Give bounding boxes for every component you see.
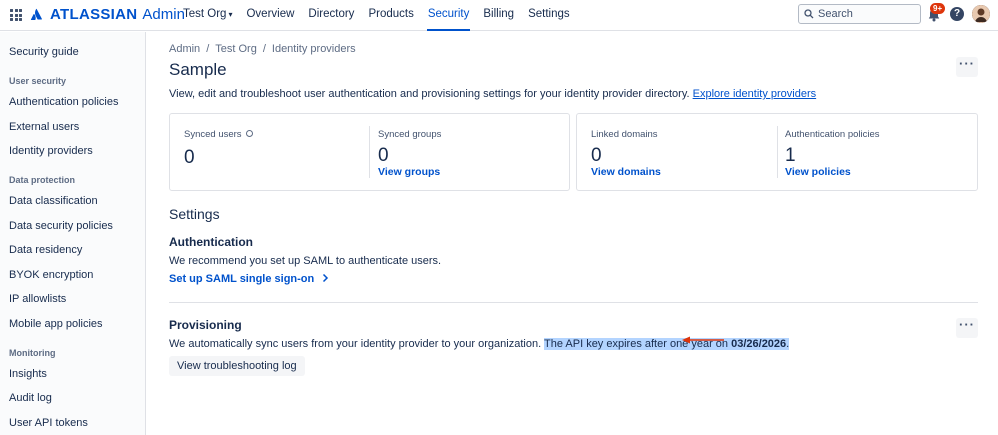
org-switcher-label: Test Org: [183, 8, 227, 20]
sidebar-item-identity-providers[interactable]: Identity providers: [9, 145, 93, 157]
search-icon: [804, 9, 814, 19]
sidebar-item-ip-allowlists[interactable]: IP allowlists: [9, 293, 66, 305]
stat-authentication-policies: Authentication policies 1 View policies: [785, 114, 965, 190]
stat-synced-groups: Synced groups 0 View groups: [378, 114, 558, 190]
domains-policies-card: Linked domains 0 View domains Authentica…: [576, 113, 978, 191]
top-navigation-bar: ATLASSIAN Admin Test Org ▾ Overview Direc…: [0, 0, 998, 31]
provisioning-more-actions-button[interactable]: ···: [956, 318, 978, 338]
sidebar-item-data-security-policies[interactable]: Data security policies: [9, 220, 113, 232]
nav-billing[interactable]: Billing: [476, 0, 521, 31]
more-icon: ···: [959, 56, 975, 71]
avatar[interactable]: [972, 5, 990, 23]
directory-stats-card: Synced users 0 Synced groups 0 View grou…: [169, 113, 570, 191]
explore-identity-providers-link[interactable]: Explore identity providers: [693, 88, 817, 100]
view-policies-link[interactable]: View policies: [785, 166, 851, 178]
search-box[interactable]: [798, 4, 921, 24]
stat-value: 0: [378, 145, 389, 166]
view-troubleshooting-log-button[interactable]: View troubleshooting log: [169, 356, 305, 376]
page-description: View, edit and troubleshoot user authent…: [169, 88, 816, 100]
setup-saml-label: Set up SAML single sign-on: [169, 273, 315, 285]
chevron-down-icon: ▾: [228, 10, 233, 19]
annotation-arrow-icon: [682, 336, 724, 344]
synced-users-label: Synced users: [184, 129, 242, 140]
info-icon[interactable]: [245, 130, 253, 137]
stat-label: Linked domains: [591, 129, 658, 140]
divider: [777, 126, 778, 178]
stat-value: 0: [184, 147, 195, 168]
user-avatar-icon: [972, 5, 990, 23]
settings-heading: Settings: [169, 206, 220, 222]
breadcrumb-identity-providers[interactable]: Identity providers: [272, 43, 356, 55]
brand-name: ATLASSIAN: [50, 6, 138, 23]
stat-synced-users: Synced users 0: [184, 114, 364, 190]
api-key-expiry-end: .: [786, 338, 790, 350]
page-more-actions-button[interactable]: ···: [956, 57, 978, 77]
sidebar-item-audit-log[interactable]: Audit log: [9, 392, 52, 404]
page-description-text: View, edit and troubleshoot user authent…: [169, 88, 690, 100]
stat-value: 1: [785, 145, 796, 166]
sidebar-item-security-guide[interactable]: Security guide: [9, 46, 79, 58]
page-title: Sample: [169, 60, 227, 79]
nav-products[interactable]: Products: [361, 0, 420, 31]
provisioning-description: We automatically sync users from your id…: [169, 338, 542, 350]
nav-settings[interactable]: Settings: [521, 0, 577, 31]
sidebar-item-byok-encryption[interactable]: BYOK encryption: [9, 269, 93, 281]
org-switcher[interactable]: Test Org ▾: [176, 0, 239, 31]
breadcrumb-separator: /: [206, 43, 210, 55]
atlassian-logo-icon: [30, 8, 42, 21]
sidebar-item-authentication-policies[interactable]: Authentication policies: [9, 96, 118, 108]
sidebar-heading-data-protection: Data protection: [9, 175, 76, 185]
notification-count-badge: 9+: [930, 3, 946, 14]
authentication-text: We recommend you set up SAML to authenti…: [169, 255, 442, 267]
sidebar-item-data-residency[interactable]: Data residency: [9, 244, 82, 256]
nav-overview[interactable]: Overview: [239, 0, 301, 31]
sidebar-item-user-api-tokens[interactable]: User API tokens: [9, 417, 88, 429]
view-groups-link[interactable]: View groups: [378, 166, 440, 178]
search-input[interactable]: [818, 8, 913, 20]
stat-label: Synced groups: [378, 129, 442, 140]
more-icon: ···: [959, 317, 975, 332]
breadcrumb-org[interactable]: Test Org: [215, 43, 257, 55]
app-switcher-icon[interactable]: [10, 9, 22, 21]
nav-security[interactable]: Security: [421, 0, 477, 31]
stat-label: Synced users: [184, 129, 253, 140]
atlassian-admin-logo[interactable]: ATLASSIAN Admin: [30, 6, 185, 23]
api-key-expiry-date: 03/26/2026: [731, 338, 787, 350]
sidebar-item-external-users[interactable]: External users: [9, 121, 79, 133]
breadcrumb-admin[interactable]: Admin: [169, 43, 200, 55]
breadcrumb-separator: /: [262, 43, 266, 55]
sidebar-heading-monitoring: Monitoring: [9, 348, 56, 358]
breadcrumb: Admin / Test Org / Identity providers: [169, 43, 356, 55]
stat-value: 0: [591, 145, 602, 166]
sidebar-item-mobile-app-policies[interactable]: Mobile app policies: [9, 318, 103, 330]
setup-saml-link[interactable]: Set up SAML single sign-on: [169, 273, 330, 285]
help-icon[interactable]: ?: [950, 7, 964, 21]
divider: [369, 126, 370, 178]
stat-label: Authentication policies: [785, 129, 880, 140]
sidebar-item-data-classification[interactable]: Data classification: [9, 195, 98, 207]
provisioning-heading: Provisioning: [169, 318, 242, 332]
stat-linked-domains: Linked domains 0 View domains: [591, 114, 771, 190]
section-divider: [169, 302, 978, 303]
sidebar-heading-user-security: User security: [9, 76, 67, 86]
view-domains-link[interactable]: View domains: [591, 166, 661, 178]
nav-directory[interactable]: Directory: [301, 0, 361, 31]
api-key-expiry-text: The API key expires after one year on 03…: [544, 338, 790, 350]
authentication-heading: Authentication: [169, 235, 253, 249]
security-sidebar: Security guide User security Authenticat…: [0, 32, 146, 435]
sidebar-item-insights[interactable]: Insights: [9, 368, 47, 380]
main-nav: Test Org ▾ Overview Directory Products Se…: [176, 0, 577, 31]
chevron-right-icon: [323, 273, 329, 283]
